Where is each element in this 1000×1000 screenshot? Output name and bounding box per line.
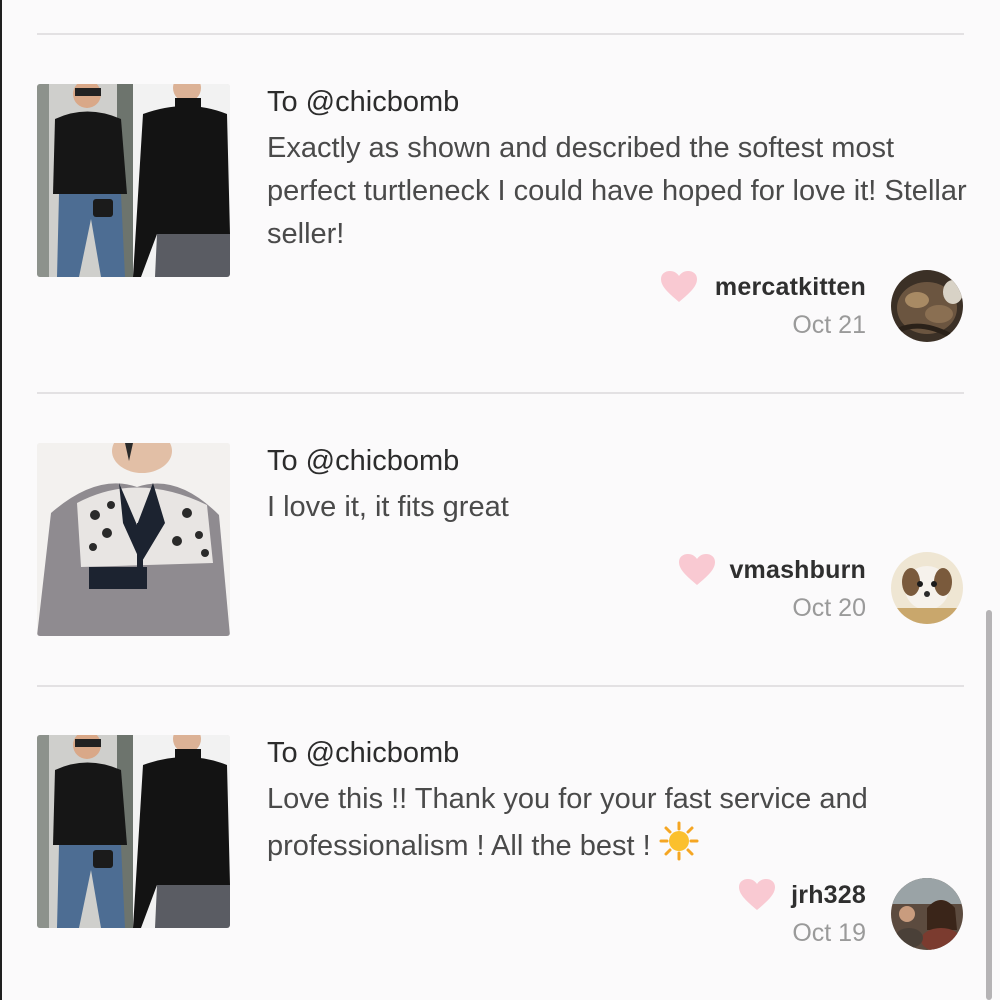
dog-avatar xyxy=(891,552,963,624)
review-text-content: Love this !! Thank you for your fast ser… xyxy=(267,783,868,862)
review-date: Oct 20 xyxy=(792,594,866,622)
window-edge xyxy=(0,0,2,1000)
review-date: Oct 19 xyxy=(792,919,866,947)
product-thumbnail[interactable] xyxy=(37,443,230,636)
review-recipient[interactable]: To @chicbomb xyxy=(267,84,459,120)
review-text: Love this !! Thank you for your fast ser… xyxy=(267,778,967,868)
cat-avatar xyxy=(891,270,963,342)
black-turtleneck-photo xyxy=(37,735,230,928)
reviewer-name[interactable]: vmashburn xyxy=(729,556,866,585)
reviewer-name[interactable]: mercatkitten xyxy=(715,273,866,302)
review-text: Exactly as shown and described the softe… xyxy=(267,132,967,250)
review-date: Oct 21 xyxy=(792,311,866,339)
review-recipient[interactable]: To @chicbomb xyxy=(267,735,459,771)
person-avatar xyxy=(891,878,963,950)
heart-icon[interactable] xyxy=(678,553,716,587)
black-turtleneck-photo xyxy=(37,84,230,277)
scrollbar[interactable] xyxy=(986,610,992,1000)
heart-icon[interactable] xyxy=(660,270,698,304)
reviewer-avatar[interactable] xyxy=(891,552,963,624)
divider xyxy=(37,392,964,394)
sun-icon xyxy=(659,821,699,861)
reviewer-name[interactable]: jrh328 xyxy=(791,881,866,910)
reviewer-avatar[interactable] xyxy=(891,878,963,950)
review-text: I love it, it fits great xyxy=(267,491,509,523)
review-recipient[interactable]: To @chicbomb xyxy=(267,443,459,479)
product-thumbnail[interactable] xyxy=(37,84,230,277)
heart-icon[interactable] xyxy=(738,878,776,912)
product-thumbnail[interactable] xyxy=(37,735,230,928)
leopard-fleece-pullover-photo xyxy=(37,443,230,636)
reviewer-avatar[interactable] xyxy=(891,270,963,342)
review-list-screen: To @chicbomb Exactly as shown and descri… xyxy=(0,0,1000,1000)
divider xyxy=(37,33,964,35)
divider xyxy=(37,685,964,687)
